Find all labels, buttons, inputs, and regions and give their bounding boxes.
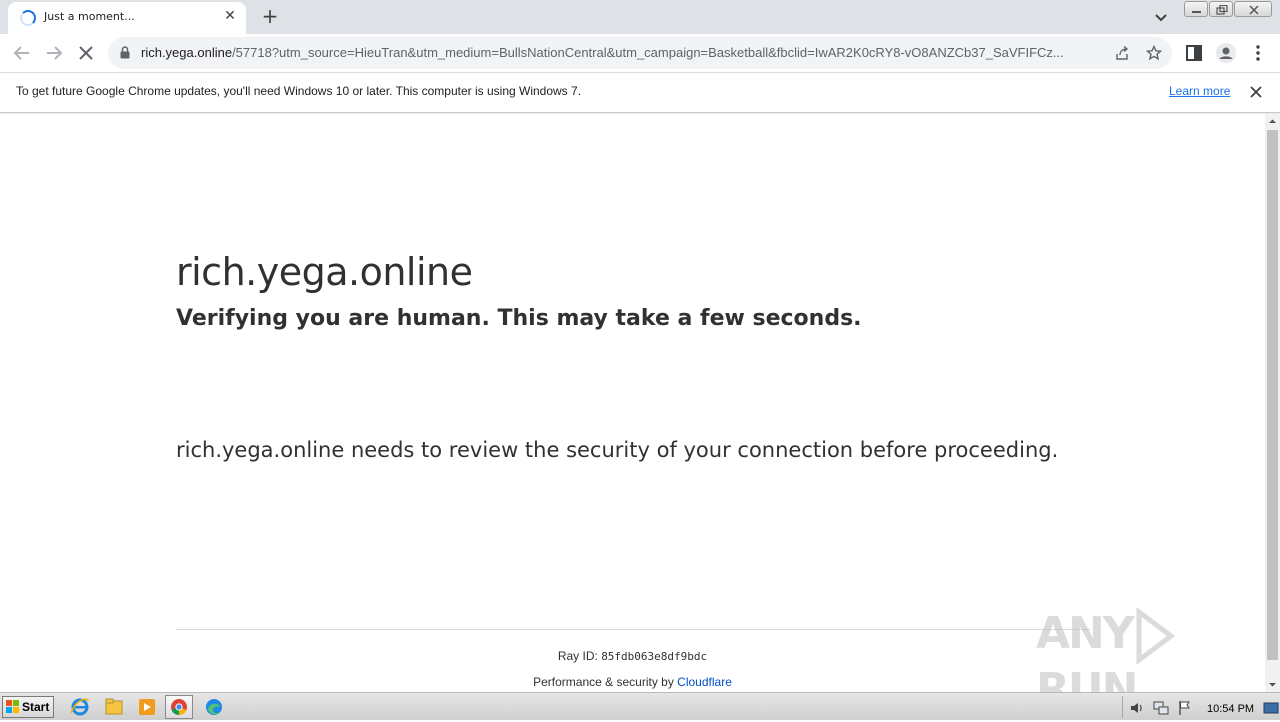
show-desktop-icon[interactable]	[1263, 700, 1279, 716]
chrome-icon	[171, 699, 187, 716]
security-review-message: rich.yega.online needs to review the sec…	[176, 438, 1059, 462]
address-bar[interactable]: rich.yega.online/57718?utm_source=HieuTr…	[108, 37, 1172, 69]
infobar-close-icon[interactable]	[1248, 84, 1264, 100]
tab-title: Just a moment...	[44, 10, 135, 23]
minimize-icon	[1192, 11, 1201, 13]
tab-active[interactable]: Just a moment... ✕	[8, 2, 246, 34]
minimize-button[interactable]	[1184, 1, 1208, 17]
cloudflare-link[interactable]: Cloudflare	[677, 675, 732, 689]
vertical-scrollbar[interactable]	[1265, 114, 1280, 692]
update-infobar: To get future Google Chrome updates, you…	[0, 72, 1280, 113]
page-content: rich.yega.online Verifying you are human…	[0, 114, 1265, 692]
restore-button[interactable]	[1209, 1, 1233, 17]
url-host: rich.yega.online	[141, 45, 233, 60]
url-text[interactable]: rich.yega.online/57718?utm_source=HieuTr…	[141, 45, 1107, 60]
new-tab-button[interactable]: +	[258, 5, 282, 29]
start-button[interactable]: Start	[2, 696, 54, 718]
infobar-message: To get future Google Chrome updates, you…	[16, 84, 582, 98]
footer-divider	[176, 629, 1090, 630]
media-player-icon[interactable]	[133, 695, 161, 719]
close-icon	[1249, 5, 1259, 15]
profile-avatar-icon[interactable]	[1214, 41, 1238, 65]
window-close-button[interactable]	[1234, 1, 1272, 17]
chrome-taskbar-button[interactable]	[165, 695, 193, 719]
verifying-message: Verifying you are human. This may take a…	[176, 306, 862, 331]
tab-search-chevron-down-icon[interactable]	[1150, 6, 1172, 28]
loading-spinner-icon	[20, 10, 36, 26]
scroll-up-arrow-icon[interactable]	[1265, 114, 1280, 129]
network-icon[interactable]	[1153, 700, 1169, 716]
explorer-folder-icon[interactable]	[100, 695, 128, 719]
performance-label: Performance & security by	[533, 675, 678, 689]
back-arrow-icon[interactable]	[10, 41, 34, 65]
tab-close-icon[interactable]: ✕	[222, 8, 238, 24]
play-triangle-icon	[1136, 607, 1175, 665]
watermark-right: RUN	[1036, 664, 1138, 692]
volume-speaker-icon[interactable]	[1129, 700, 1145, 716]
ray-id-label: Ray ID:	[557, 649, 602, 663]
tab-strip: Just a moment... ✕ +	[0, 0, 1280, 34]
action-center-flag-icon[interactable]	[1177, 700, 1193, 716]
system-tray: 10:54 PM	[1122, 696, 1280, 718]
side-panel-icon[interactable]	[1182, 41, 1206, 65]
bookmark-star-icon[interactable]	[1146, 45, 1162, 61]
restore-icon	[1216, 5, 1228, 15]
ray-id-value: 85fdb063e8df9bdc	[601, 650, 708, 663]
windows-taskbar: Start 10:54 PM	[0, 692, 1280, 720]
stop-loading-icon[interactable]	[74, 41, 98, 65]
taskbar-clock[interactable]: 10:54 PM	[1207, 703, 1254, 715]
scrollbar-thumb[interactable]	[1267, 130, 1278, 660]
share-icon[interactable]	[1114, 45, 1130, 61]
learn-more-link[interactable]: Learn more	[1169, 84, 1230, 98]
browser-toolbar: rich.yega.online/57718?utm_source=HieuTr…	[0, 34, 1280, 72]
url-path: /57718?utm_source=HieuTran&utm_medium=Bu…	[232, 45, 1064, 60]
page-title: rich.yega.online	[176, 250, 473, 294]
lock-icon[interactable]	[120, 46, 130, 59]
watermark-left: ANY	[1036, 608, 1135, 659]
anyrun-watermark-logo: ANY RUN	[1036, 607, 1265, 692]
kebab-menu-icon[interactable]	[1246, 41, 1270, 65]
start-label: Start	[22, 700, 50, 714]
edge-icon[interactable]	[200, 695, 228, 719]
internet-explorer-icon[interactable]	[66, 695, 94, 719]
forward-arrow-icon[interactable]	[42, 41, 66, 65]
windows-flag-icon	[6, 700, 19, 713]
scroll-down-arrow-icon[interactable]	[1265, 677, 1280, 692]
